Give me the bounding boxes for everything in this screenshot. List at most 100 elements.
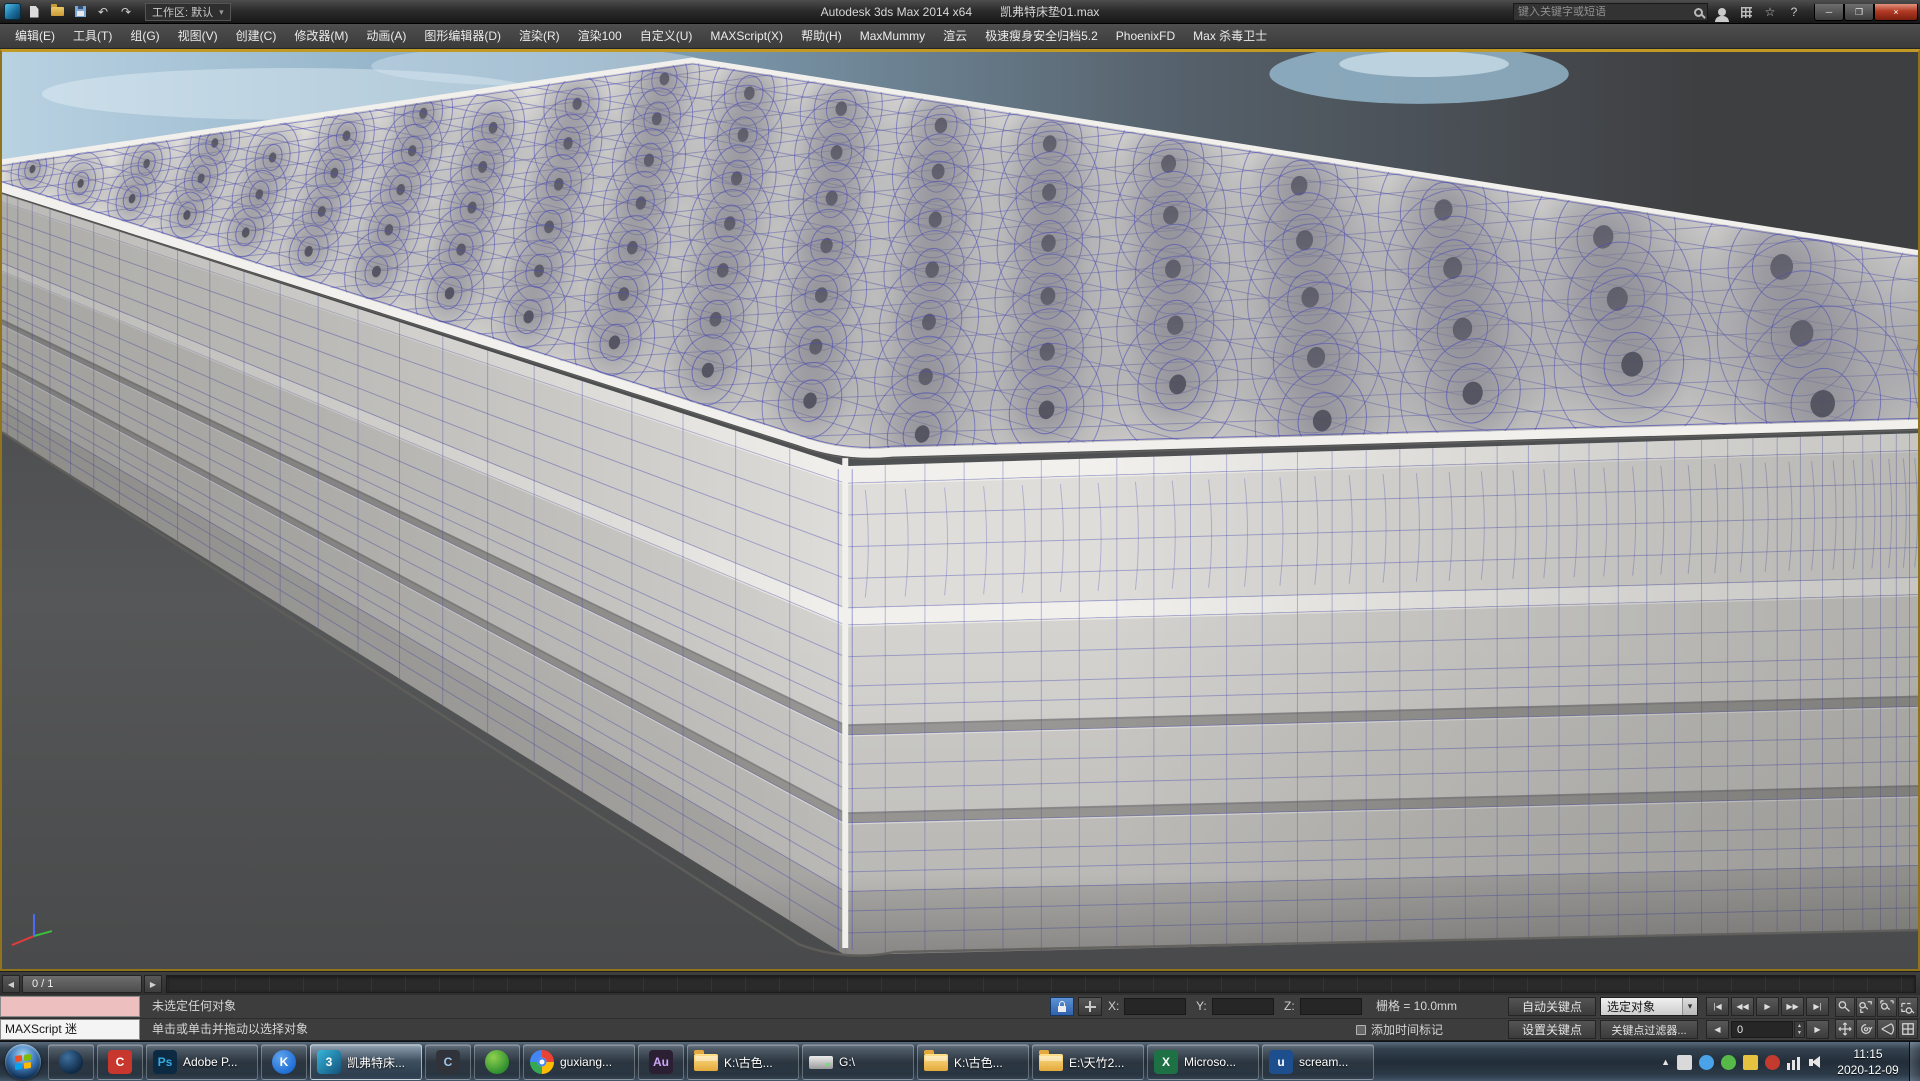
redo-button[interactable]: ↷ — [116, 2, 136, 21]
menu-modifiers[interactable]: 修改器(M) — [285, 24, 357, 49]
viewport-canvas[interactable] — [2, 52, 1918, 969]
previous-frame-button[interactable]: ◀◀ — [1731, 997, 1754, 1016]
previous-frame-arrow[interactable]: ◀ — [2, 975, 20, 993]
start-button[interactable] — [5, 1044, 41, 1080]
tray-app-5-icon[interactable] — [1765, 1055, 1780, 1070]
tray-expand-icon[interactable]: ▲ — [1661, 1057, 1670, 1067]
undo-button[interactable]: ↶ — [93, 2, 113, 21]
tag-icon — [1356, 1025, 1366, 1035]
menu-help[interactable]: 帮助(H) — [792, 24, 851, 49]
menu-customize[interactable]: 自定义(U) — [631, 24, 702, 49]
add-time-tag-button[interactable]: 添加时间标记 — [1356, 1018, 1443, 1041]
minimize-button[interactable]: ─ — [1814, 4, 1844, 21]
zoom-extents-button[interactable] — [1877, 997, 1897, 1017]
taskbar-button-app-c-dark[interactable]: C — [425, 1044, 471, 1080]
menu-render-cloud[interactable]: 渲云 — [934, 24, 976, 49]
workspace-selector[interactable]: 工作区: 默认 — [145, 3, 231, 21]
taskbar-button-scream[interactable]: uscream... — [1262, 1044, 1374, 1080]
volume-icon[interactable] — [1809, 1055, 1824, 1070]
taskbar-button-browser-green[interactable] — [474, 1044, 520, 1080]
sign-in-icon[interactable] — [1712, 3, 1732, 21]
maximize-viewport-button[interactable] — [1898, 1019, 1918, 1039]
set-key-button[interactable]: 设置关键点 — [1508, 1020, 1596, 1039]
play-button[interactable]: ▶ — [1756, 997, 1779, 1016]
network-icon[interactable] — [1787, 1055, 1802, 1070]
taskbar-button-chrome-guxiang[interactable]: guxiang... — [523, 1044, 635, 1080]
menu-create[interactable]: 创建(C) — [227, 24, 286, 49]
tray-app-2-icon[interactable] — [1699, 1055, 1714, 1070]
close-button[interactable]: × — [1874, 4, 1918, 21]
help-icon[interactable]: ? — [1784, 3, 1804, 21]
menu-phoenixfd[interactable]: PhoenixFD — [1107, 24, 1184, 49]
menu-group[interactable]: 组(G) — [121, 24, 168, 49]
tray-app-4-icon[interactable] — [1743, 1055, 1758, 1070]
taskbar-clock[interactable]: 11:15 2020-12-09 — [1829, 1046, 1907, 1078]
taskbar-button-photoshop[interactable]: PsAdobe P... — [146, 1044, 258, 1080]
next-frame-arrow[interactable]: ▶ — [144, 975, 162, 993]
time-slider-handle[interactable]: 0 / 1 — [22, 975, 142, 993]
pan-button[interactable] — [1835, 1019, 1855, 1039]
taskbar-button-folder-guse-2[interactable]: K:\古色... — [917, 1044, 1029, 1080]
3dsmax-icon: 3 — [317, 1050, 341, 1074]
new-scene-button[interactable] — [24, 2, 44, 21]
menu-graph-editors[interactable]: 图形编辑器(D) — [415, 24, 510, 49]
show-desktop-button[interactable] — [1909, 1042, 1920, 1081]
search-input[interactable] — [1518, 6, 1694, 18]
search-icon[interactable] — [1694, 8, 1703, 17]
current-frame-field[interactable] — [1731, 1021, 1793, 1038]
taskbar-button-3dsmax[interactable]: 3凯弗特床... — [310, 1044, 422, 1080]
viewport[interactable] — [0, 49, 1920, 971]
open-file-button[interactable] — [47, 2, 67, 21]
zoom-button[interactable] — [1835, 997, 1855, 1017]
key-filters-button[interactable]: 关键点过滤器... — [1600, 1020, 1698, 1039]
restore-button[interactable]: ❐ — [1844, 4, 1874, 21]
taskbar-button-browser[interactable] — [48, 1044, 94, 1080]
menu-maxmummy[interactable]: MaxMummy — [851, 24, 934, 49]
y-coordinate-field[interactable] — [1212, 998, 1274, 1015]
frame-spinner[interactable] — [1794, 1021, 1805, 1038]
taskbar-button-folder-guse-1[interactable]: K:\古色... — [687, 1044, 799, 1080]
menu-animation[interactable]: 动画(A) — [357, 24, 415, 49]
menu-rendering[interactable]: 渲染(R) — [510, 24, 569, 49]
document-title-text: 凯弗特床垫01.max — [1000, 5, 1099, 19]
macro-recorder-pane[interactable] — [0, 996, 140, 1017]
maxscript-listener-pane[interactable]: MAXScript 迷 — [0, 1019, 140, 1040]
taskbar-button-audition[interactable]: Au — [638, 1044, 684, 1080]
time-slider-track[interactable] — [166, 975, 1916, 993]
tray-app-1-icon[interactable] — [1677, 1055, 1692, 1070]
zoom-extents-icon — [1880, 1000, 1894, 1014]
orbit-button[interactable] — [1856, 1019, 1876, 1039]
x-coordinate-field[interactable] — [1124, 998, 1186, 1015]
favorites-star-icon[interactable]: ☆ — [1760, 3, 1780, 21]
previous-key-button[interactable]: ◀ — [1706, 1020, 1729, 1039]
tray-app-3-icon[interactable] — [1721, 1055, 1736, 1070]
z-coordinate-field[interactable] — [1300, 998, 1362, 1015]
absolute-mode-toggle[interactable] — [1078, 997, 1102, 1016]
zoom-region-button[interactable] — [1898, 997, 1918, 1017]
selection-lock-toggle[interactable] — [1050, 997, 1074, 1016]
taskbar-button-kujiale[interactable]: K — [261, 1044, 307, 1080]
app-logo-icon[interactable] — [4, 3, 21, 20]
selection-set-dropdown[interactable]: 选定对象 — [1600, 997, 1698, 1016]
menu-tools[interactable]: 工具(T) — [64, 24, 121, 49]
go-to-start-button[interactable]: |◀ — [1706, 997, 1729, 1016]
save-file-button[interactable] — [70, 2, 90, 21]
taskbar-button-app-c-red[interactable]: C — [97, 1044, 143, 1080]
menu-views[interactable]: 视图(V) — [169, 24, 227, 49]
menu-maxscript[interactable]: MAXScript(X) — [701, 24, 792, 49]
menu-max-antivirus[interactable]: Max 杀毒卫士 — [1184, 24, 1276, 49]
next-key-button[interactable]: ▶ — [1806, 1020, 1829, 1039]
auto-key-button[interactable]: 自动关键点 — [1508, 997, 1596, 1016]
forward-frame-button[interactable]: ▶▶ — [1781, 997, 1804, 1016]
menu-slim-archive[interactable]: 极速瘦身安全归档5.2 — [976, 24, 1107, 49]
taskbar-button-drive-g[interactable]: G:\ — [802, 1044, 914, 1080]
taskbar-button-excel[interactable]: XMicroso... — [1147, 1044, 1259, 1080]
taskbar-button-folder-tianzhu[interactable]: E:\天竹2... — [1032, 1044, 1144, 1080]
taskbar-button-label: E:\天竹2... — [1069, 1054, 1124, 1071]
go-to-end-button[interactable]: ▶| — [1806, 997, 1829, 1016]
apps-icon[interactable] — [1736, 3, 1756, 21]
fov-button[interactable] — [1877, 1019, 1897, 1039]
zoom-all-button[interactable] — [1856, 997, 1876, 1017]
menu-render100[interactable]: 渲染100 — [569, 24, 631, 49]
menu-edit[interactable]: 编辑(E) — [6, 24, 64, 49]
